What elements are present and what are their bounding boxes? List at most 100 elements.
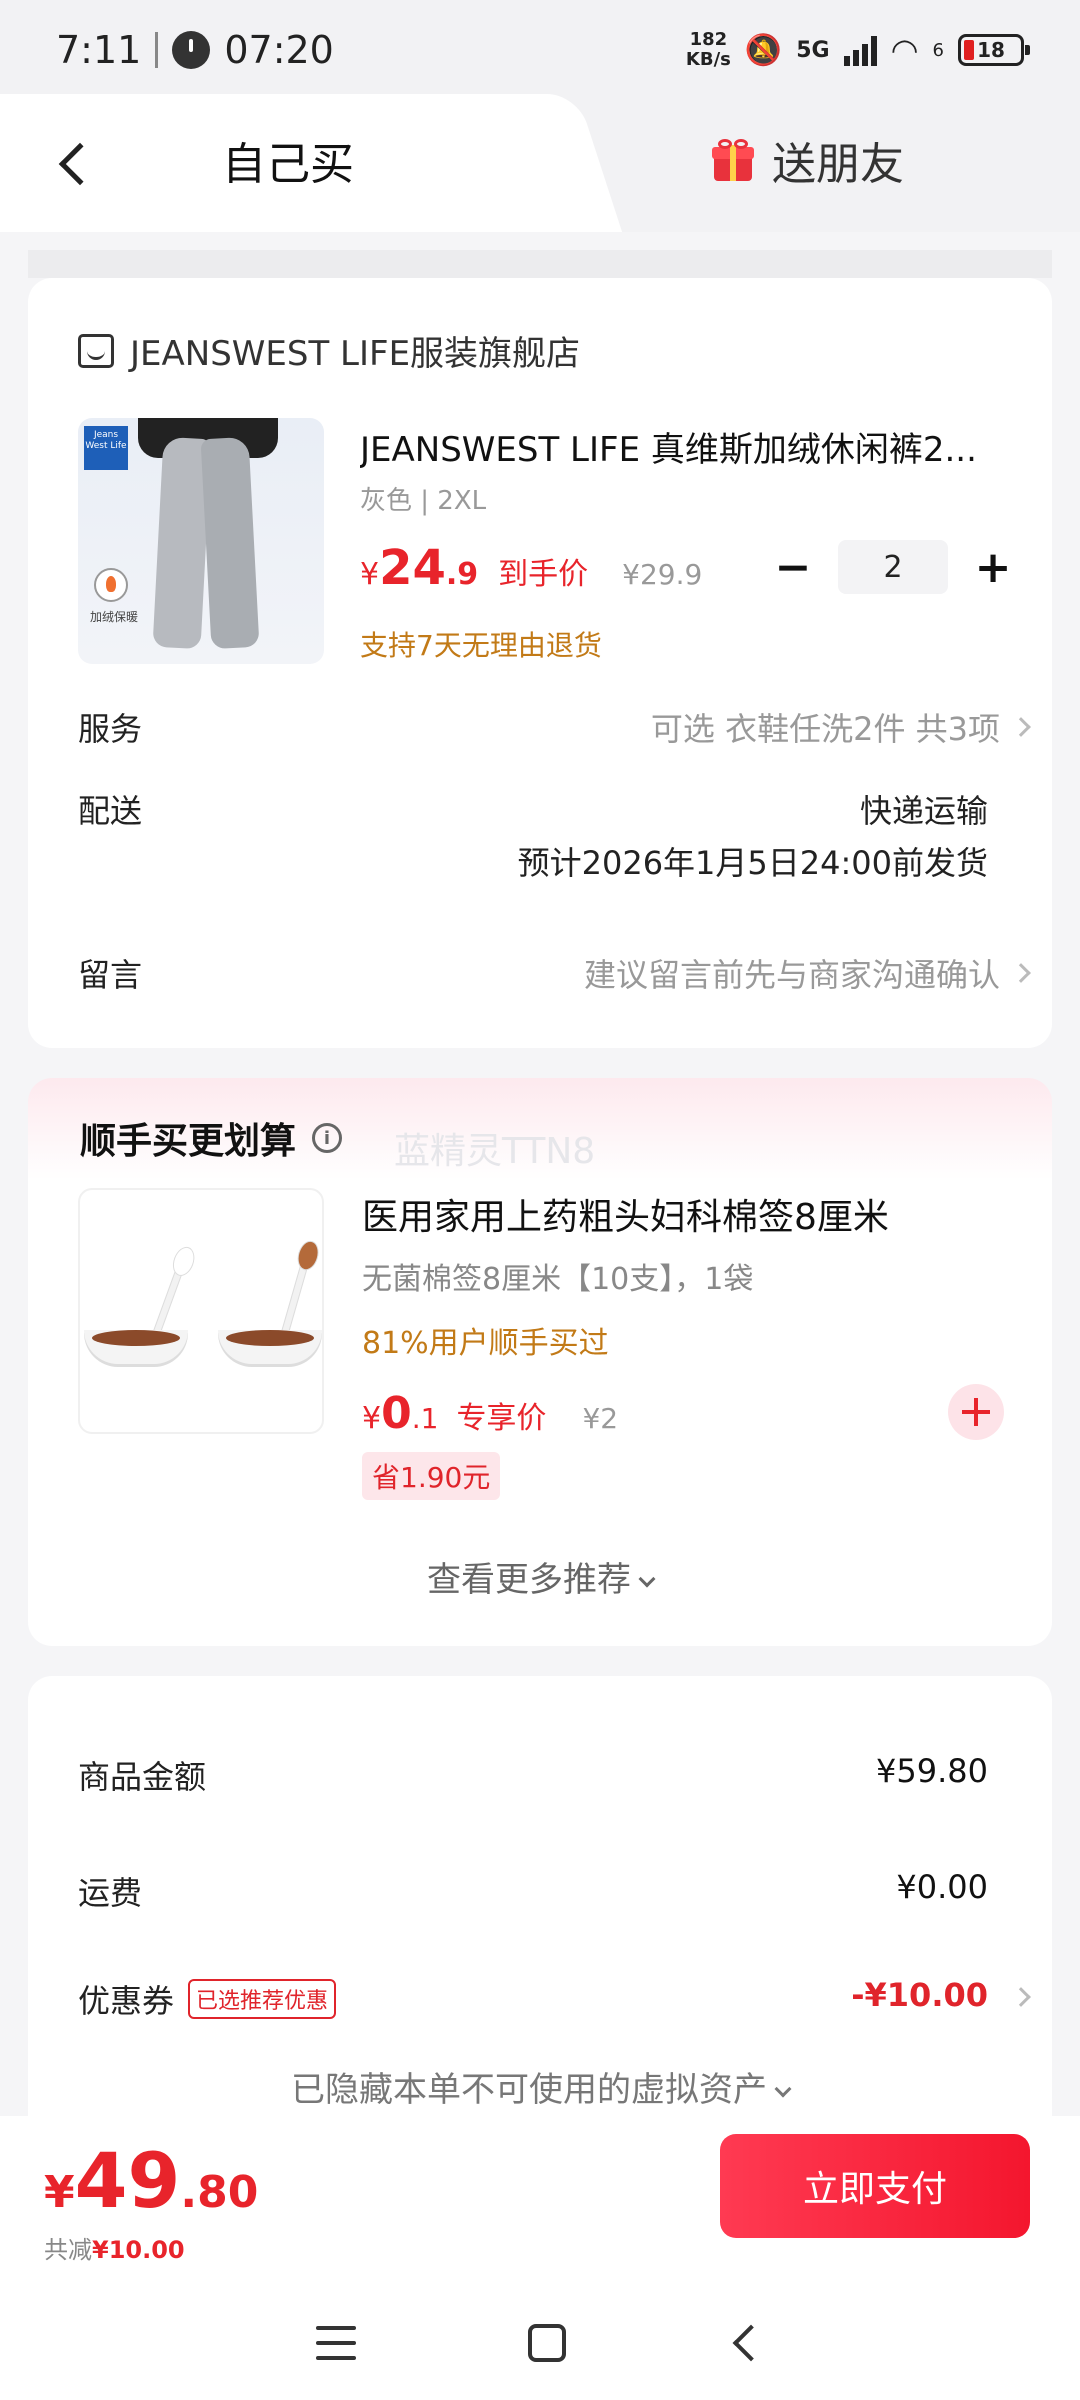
goods-amount-value: ¥59.80 <box>876 1752 988 1790</box>
price-integer: 24 <box>379 540 446 596</box>
network-speed-value: 182 <box>689 29 728 50</box>
coupon-badge: 已选推荐优惠 <box>188 1979 337 2019</box>
pay-now-button[interactable]: 立即支付 <box>720 2134 1030 2238</box>
add-item-button[interactable] <box>948 1384 1004 1440</box>
total-price: ¥ 49 .80 <box>44 2136 258 2225</box>
original-price: ¥2 <box>582 1402 619 1435</box>
store-row[interactable]: JEANSWEST LIFE服装旗舰店 <box>78 326 580 375</box>
saved-label: 共减 <box>44 2236 92 2264</box>
home-icon[interactable] <box>528 2324 566 2362</box>
flame-icon <box>94 568 128 602</box>
nav-back-icon[interactable] <box>732 2324 770 2362</box>
message-input-wrap[interactable]: 建议留言前先与商家沟通确认 <box>584 950 1031 996</box>
service-row[interactable]: 服务 可选 衣鞋任洗2件 共3项 <box>78 704 1031 750</box>
back-chevron-icon <box>58 142 102 186</box>
network-type: 5G <box>796 37 830 63</box>
original-price: ¥29.9 <box>622 558 703 591</box>
gift-icon <box>712 139 754 181</box>
message-placeholder[interactable]: 建议留言前先与商家沟通确认 <box>584 950 1000 996</box>
clock-icon <box>172 31 211 69</box>
decrease-quantity-button[interactable]: − <box>768 542 818 593</box>
back-button[interactable] <box>50 134 110 194</box>
pant-right-shape <box>200 436 260 650</box>
chevron-right-icon <box>1011 717 1031 737</box>
service-value: 可选 衣鞋任洗2件 共3项 <box>650 710 1000 748</box>
wifi-icon: ◠ <box>890 31 919 69</box>
battery-icon: 18 <box>958 34 1030 66</box>
total-yen: ¥ <box>44 2167 75 2218</box>
chevron-down-icon <box>638 1570 656 1588</box>
battery-level: 18 <box>977 38 1005 62</box>
save-badge: 省1.90元 <box>362 1452 501 1500</box>
shipping-row: 运费 ¥0.00 <box>78 1868 1028 1914</box>
addon-item-spec: 无菌棉签8厘米【10支】，1袋 <box>362 1262 754 1297</box>
goods-amount-row: 商品金额 ¥59.80 <box>78 1752 1028 1798</box>
product-price: ¥ 24 .9 到手价 ¥29.9 <box>360 540 702 596</box>
saved-value: ¥10.00 <box>92 2236 185 2264</box>
status-time: 7:11 <box>56 28 142 72</box>
total-decimal: .80 <box>180 2167 259 2218</box>
quantity-value[interactable]: 2 <box>838 540 948 594</box>
coupon-label: 优惠券 <box>78 1982 175 2020</box>
more-recommendations-button[interactable]: 查看更多推荐 <box>28 1552 1052 1601</box>
signal-icon <box>843 34 877 66</box>
status-bar: 7:11 07:20 182 KB/s 🔕 5G ◠ 6 18 <box>0 0 1080 100</box>
menu-icon[interactable] <box>316 2326 356 2360</box>
chevron-right-icon <box>1011 963 1031 983</box>
store-name: JEANSWEST LIFE服装旗舰店 <box>130 334 581 374</box>
status-left: 7:11 07:20 <box>56 28 334 72</box>
shipping-label: 运费 <box>78 1874 143 1912</box>
increase-quantity-button[interactable]: + <box>968 542 1018 593</box>
delivery-method: 快递运输 <box>859 792 988 830</box>
product-image[interactable]: Jeans West Life 加绒保暖 <box>78 418 324 664</box>
price-yen: ¥ <box>362 1401 382 1436</box>
top-strip <box>28 250 1052 278</box>
goods-amount-label: 商品金额 <box>78 1758 207 1796</box>
status-clock-time: 07:20 <box>224 28 334 72</box>
bowl-shape <box>84 1330 188 1364</box>
network-speed: 182 KB/s <box>686 30 731 70</box>
addon-card: 顺手买更划算 i 蓝精灵TTN8 医用家用上药粗头妇科棉签8厘米 无菌棉签8厘米… <box>28 1078 1052 1646</box>
price-tag: 专享价 <box>456 1401 547 1436</box>
addon-item-price: ¥ 0 .1 专享价 ¥2 <box>362 1388 618 1439</box>
wifi-level: 6 <box>932 39 944 61</box>
price-yen: ¥ <box>360 557 380 592</box>
network-speed-unit: KB/s <box>685 49 731 70</box>
warm-label: 加绒保暖 <box>90 610 139 624</box>
total-saved: 共减¥10.00 <box>44 2230 185 2265</box>
tab-gift-friend-label: 送朋友 <box>772 139 904 190</box>
info-icon[interactable]: i <box>312 1123 343 1153</box>
product-title[interactable]: JEANSWEST LIFE 真维斯加绒休闲裤2... <box>360 422 1020 471</box>
more-recommendations-label: 查看更多推荐 <box>427 1560 631 1600</box>
price-integer: 0 <box>381 1388 412 1439</box>
addon-item-title[interactable]: 医用家用上药粗头妇科棉签8厘米 <box>362 1188 889 1240</box>
shipping-value: ¥0.00 <box>896 1868 988 1906</box>
addon-item-social-proof: 81%用户顺手买过 <box>362 1326 609 1361</box>
hidden-assets-toggle[interactable]: 已隐藏本单不可使用的虚拟资产 <box>28 2062 1052 2111</box>
status-right: 182 KB/s 🔕 5G ◠ 6 18 <box>686 30 1030 70</box>
price-tag: 到手价 <box>498 557 589 592</box>
product-spec[interactable]: 灰色 | 2XL <box>360 480 486 517</box>
quantity-stepper: − 2 + <box>768 540 1018 594</box>
service-value-wrap: 可选 衣鞋任洗2件 共3项 <box>650 704 1031 750</box>
return-policy: 支持7天无理由退货 <box>360 629 602 662</box>
delivery-eta: 预计2026年1月5日24:00前发货 <box>517 844 988 882</box>
coupon-value: -¥10.00 <box>851 1976 988 2014</box>
brand-logo: Jeans West Life <box>84 426 128 470</box>
total-integer: 49 <box>74 2136 181 2225</box>
addon-title-row: 顺手买更划算 i <box>80 1112 343 1164</box>
message-row[interactable]: 留言 建议留言前先与商家沟通确认 <box>78 950 1031 996</box>
addon-item-image[interactable] <box>78 1188 324 1434</box>
status-divider <box>155 32 159 68</box>
delivery-label: 配送 <box>78 792 143 830</box>
summary-card: 商品金额 ¥59.80 运费 ¥0.00 优惠券 已选推荐优惠 -¥10.00 … <box>28 1676 1052 2156</box>
delivery-row: 配送 快递运输 预计2026年1月5日24:00前发货 <box>78 786 1028 882</box>
coupon-row[interactable]: 优惠券 已选推荐优惠 -¥10.00 <box>78 1976 1031 2022</box>
system-nav-bar <box>0 2286 1080 2400</box>
chevron-down-icon <box>774 2080 792 2098</box>
price-decimal: .9 <box>445 557 479 592</box>
mute-icon: 🔕 <box>744 32 783 68</box>
chevron-right-icon <box>1011 1987 1031 2007</box>
tab-gift-friend[interactable]: 送朋友 <box>712 128 904 192</box>
tab-self-buy-label[interactable]: 自己买 <box>222 128 354 192</box>
